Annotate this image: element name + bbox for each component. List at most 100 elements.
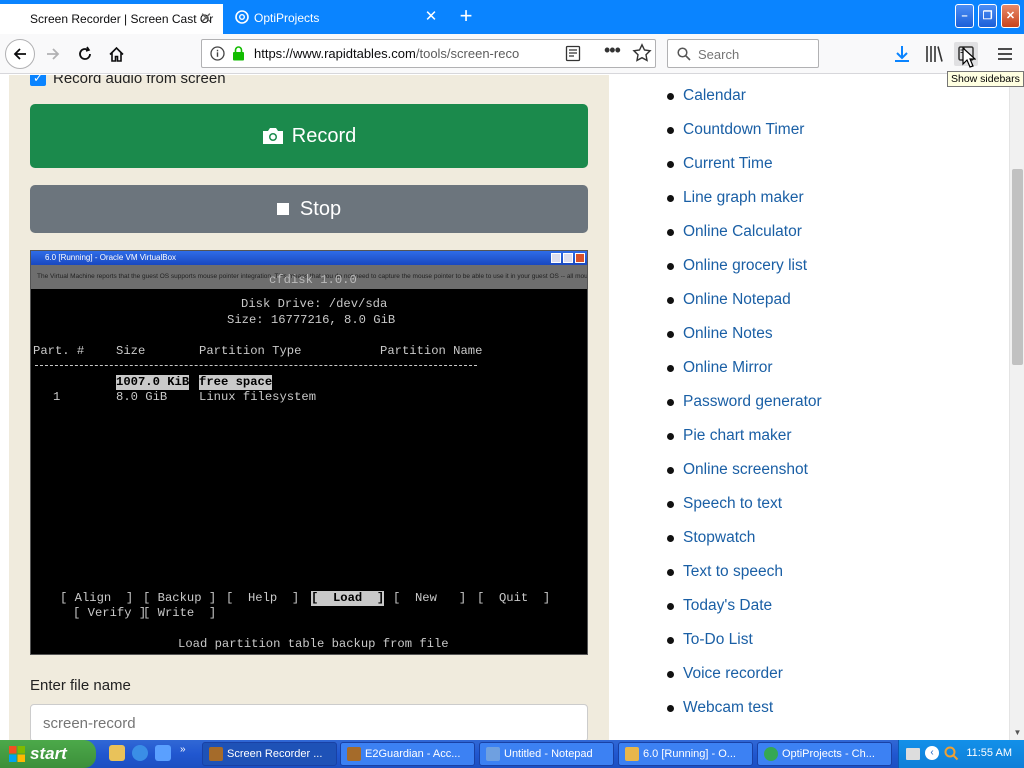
link-to-do-list[interactable]: To-Do List <box>683 631 753 648</box>
sidebar-tooltip: Show sidebars <box>947 71 1024 87</box>
stop-button[interactable]: Stop <box>30 185 588 233</box>
menu-align[interactable]: [ Align ] <box>60 591 133 606</box>
link-online-mirror[interactable]: Online Mirror <box>683 359 773 376</box>
disk-drive-line: Disk Drive: /dev/sda <box>241 297 388 311</box>
back-button[interactable] <box>5 39 35 69</box>
hamburger-menu-icon[interactable] <box>994 43 1016 65</box>
menu-write[interactable]: [ Write ] <box>143 606 216 621</box>
link-online-calculator[interactable]: Online Calculator <box>683 223 802 240</box>
link-current-time[interactable]: Current Time <box>683 155 773 172</box>
menu-help[interactable]: [ Help ] <box>226 591 299 606</box>
taskbar-item-label: Screen Recorder ... <box>227 748 323 760</box>
link-online-screenshot[interactable]: Online screenshot <box>683 461 808 478</box>
home-icon <box>108 46 124 62</box>
link-password-generator[interactable]: Password generator <box>683 393 822 410</box>
taskbar-item-label: E2Guardian - Acc... <box>365 748 461 760</box>
menu-backup[interactable]: [ Backup ] <box>143 591 216 606</box>
record-audio-option[interactable]: ✓ Record audio from screen <box>30 75 226 89</box>
menu-verify[interactable]: [ Verify ] <box>73 606 146 621</box>
tray-expand-arrow-icon[interactable]: ‹ <box>925 746 939 760</box>
keyboard-icon[interactable] <box>906 748 920 760</box>
bookmark-star-icon[interactable] <box>632 43 652 63</box>
link-speech-to-text[interactable]: Speech to text <box>683 495 782 512</box>
link-text-to-speech[interactable]: Text to speech <box>683 563 783 580</box>
filename-label: Enter file name <box>30 677 131 694</box>
link-stopwatch[interactable]: Stopwatch <box>683 529 755 546</box>
link-countdown-timer[interactable]: Countdown Timer <box>683 121 804 138</box>
menu-quit[interactable]: [ Quit ] <box>477 591 550 606</box>
url-bar[interactable]: https://www.rapidtables.com/tools/screen… <box>201 39 656 68</box>
link-webcam-test[interactable]: Webcam test <box>683 699 773 716</box>
search-bar[interactable] <box>667 39 819 68</box>
folder-icon <box>625 747 639 761</box>
list-item: Online Mirror <box>667 351 967 385</box>
stop-square-icon <box>276 203 289 215</box>
menu-load[interactable]: [ Load ] <box>311 591 385 606</box>
close-tab-icon[interactable]: ✕ <box>197 10 215 28</box>
quick-launch-more-icon[interactable]: » <box>180 744 186 755</box>
reload-button[interactable] <box>70 39 100 69</box>
search-input[interactable] <box>698 44 813 64</box>
close-tab-icon[interactable]: ✕ <box>422 8 440 26</box>
tab-optiprojects[interactable]: OptiProjects ✕ <box>224 2 448 34</box>
reader-view-icon[interactable] <box>565 45 581 62</box>
tab-screen-recorder[interactable]: Screen Recorder | Screen Cast Or ✕ <box>0 2 223 34</box>
taskbar-item-virtualbox[interactable]: 6.0 [Running] - O... <box>618 742 753 766</box>
download-arrow-icon[interactable] <box>891 43 913 65</box>
list-item: Stopwatch <box>667 521 967 555</box>
row-1-type[interactable]: Linux filesystem <box>199 390 316 405</box>
page-scrollbar[interactable]: ▼ <box>1009 75 1024 740</box>
media-player-icon[interactable] <box>155 745 171 761</box>
new-tab-button[interactable]: + <box>452 4 480 30</box>
taskbar: start » Screen Recorder ... E2Guardian -… <box>0 740 1024 768</box>
screen: Screen Recorder | Screen Cast Or ✕ OptiP… <box>0 0 1024 768</box>
library-icon[interactable] <box>923 43 945 65</box>
internet-explorer-icon[interactable] <box>132 745 148 761</box>
home-button[interactable] <box>101 39 131 69</box>
link-todays-date[interactable]: Today's Date <box>683 597 772 614</box>
link-online-notepad[interactable]: Online Notepad <box>683 291 791 308</box>
url-path: /tools/screen-reco <box>415 46 520 61</box>
link-voice-recorder[interactable]: Voice recorder <box>683 665 783 682</box>
menu-new[interactable]: [ New ] <box>393 591 466 606</box>
taskbar-item-screen-recorder[interactable]: Screen Recorder ... <box>202 742 337 766</box>
header-type: Partition Type <box>199 344 302 358</box>
start-button[interactable]: start <box>0 740 96 768</box>
link-online-grocery-list[interactable]: Online grocery list <box>683 257 807 274</box>
taskbar-item-label: 6.0 [Running] - O... <box>643 748 736 760</box>
row-0-size[interactable]: 1007.0 KiB <box>116 375 190 390</box>
link-online-notes[interactable]: Online Notes <box>683 325 773 342</box>
list-item: Today's Date <box>667 589 967 623</box>
forward-button[interactable] <box>38 39 68 69</box>
link-calendar[interactable]: Calendar <box>683 87 746 104</box>
record-audio-checkbox[interactable]: ✓ <box>30 75 46 86</box>
row-0-type[interactable]: free space <box>199 375 273 390</box>
taskbar-item-label: Untitled - Notepad <box>504 748 593 760</box>
url-text[interactable]: https://www.rapidtables.com/tools/screen… <box>254 46 529 61</box>
search-icon[interactable] <box>943 745 959 761</box>
link-pie-chart-maker[interactable]: Pie chart maker <box>683 427 792 444</box>
info-icon[interactable] <box>210 46 225 61</box>
recorder-panel: ✓ Record audio from screen Record Stop 6… <box>9 75 609 740</box>
search-icon <box>677 47 691 61</box>
header-part: Part. # <box>33 344 85 358</box>
minimize-window-button[interactable]: – <box>955 4 974 28</box>
taskbar-item-optiprojects[interactable]: OptiProjects - Ch... <box>757 742 892 766</box>
taskbar-item-notepad[interactable]: Untitled - Notepad <box>479 742 614 766</box>
list-item: Pie chart maker <box>667 419 967 453</box>
page-actions-icon[interactable]: ••• <box>604 41 628 62</box>
taskbar-item-e2guardian[interactable]: E2Guardian - Acc... <box>340 742 475 766</box>
row-1-part[interactable]: 1 <box>53 390 60 405</box>
clock: 11:55 AM <box>966 747 1012 759</box>
filename-input[interactable] <box>30 704 588 740</box>
close-window-button[interactable]: ✕ <box>1001 4 1020 28</box>
record-button[interactable]: Record <box>30 104 588 168</box>
row-1-size[interactable]: 8.0 GiB <box>116 390 167 405</box>
maximize-window-button[interactable]: ❐ <box>978 4 997 28</box>
show-desktop-icon[interactable] <box>109 745 125 761</box>
link-line-graph-maker[interactable]: Line graph maker <box>683 189 804 206</box>
list-item: Online screenshot <box>667 453 967 487</box>
camera-icon <box>262 128 283 144</box>
scrollbar-thumb[interactable] <box>1012 169 1023 365</box>
scroll-down-arrow-icon[interactable]: ▼ <box>1010 725 1024 740</box>
